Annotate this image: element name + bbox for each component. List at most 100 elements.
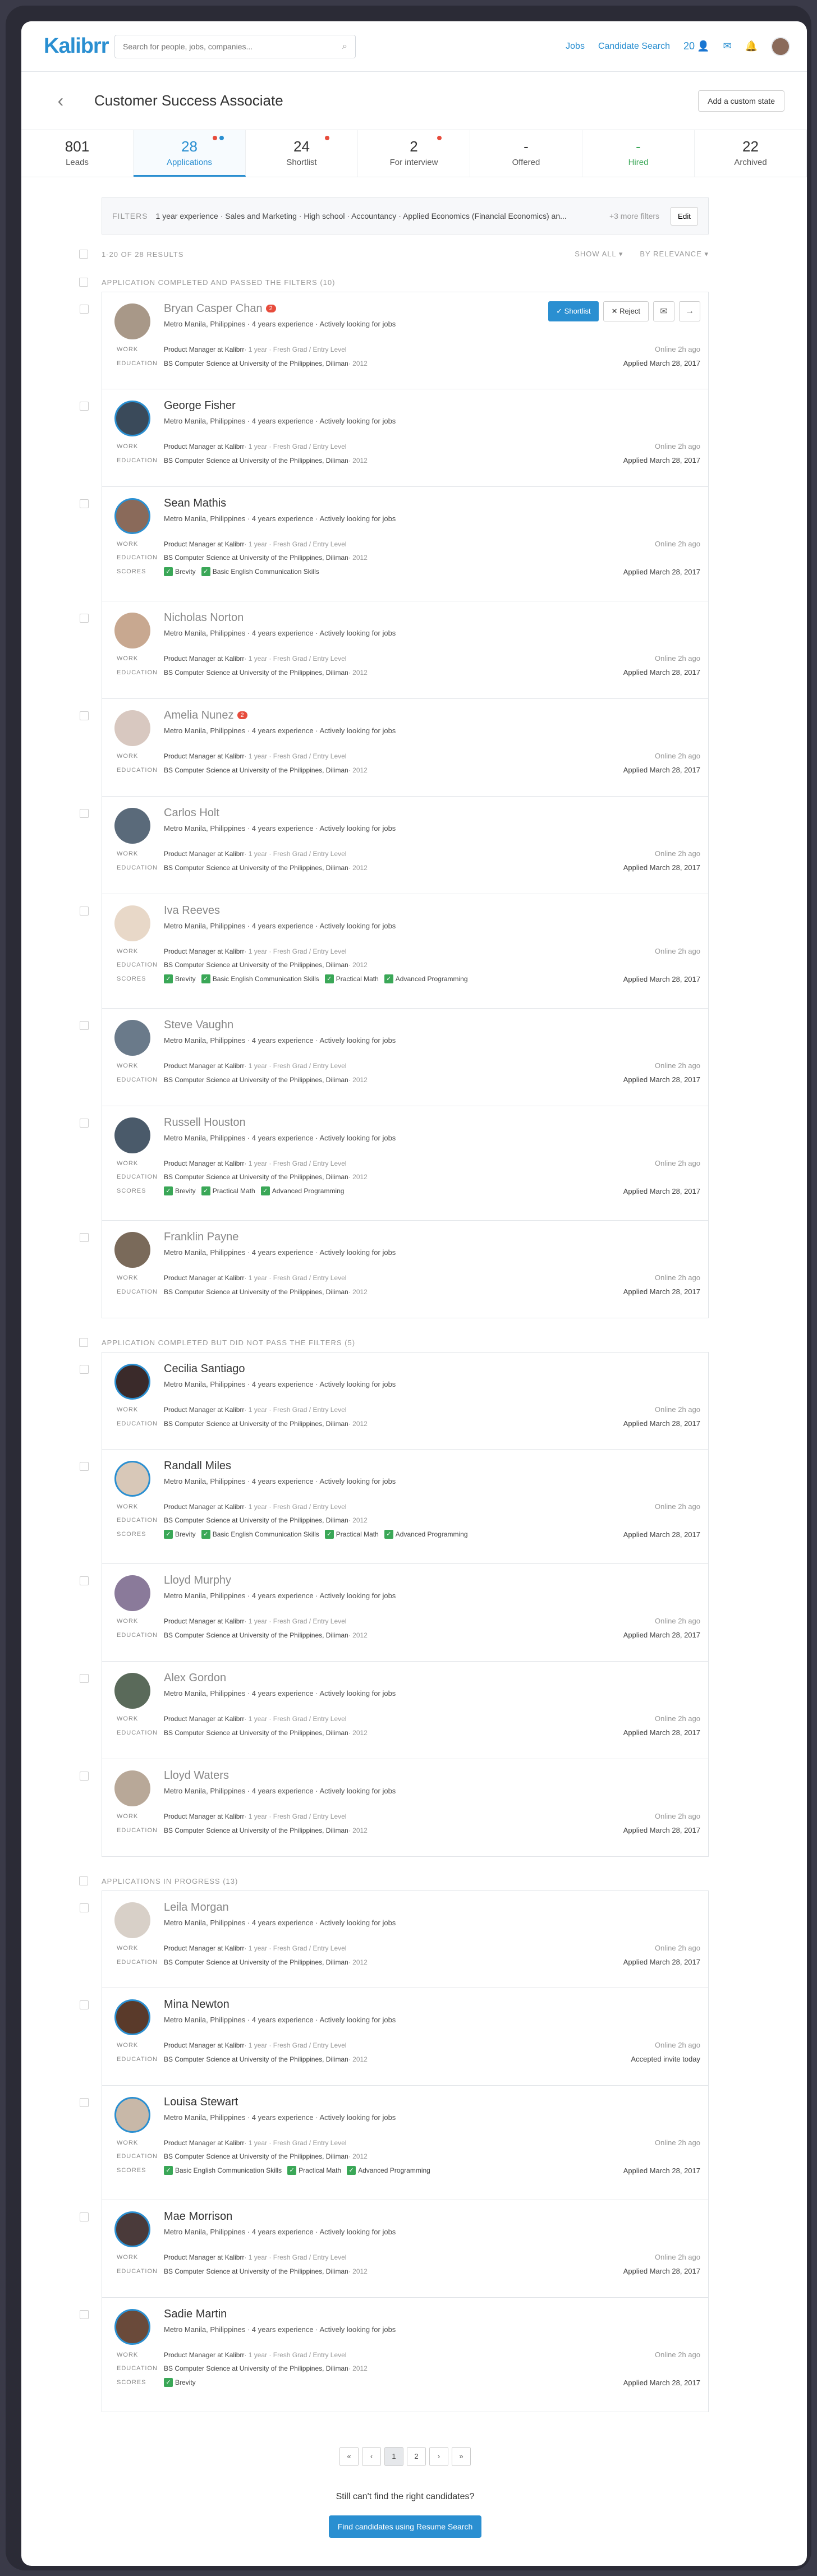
- reject-button[interactable]: ✕ Reject: [603, 301, 649, 321]
- page-button[interactable]: »: [452, 2447, 471, 2466]
- candidate-photo[interactable]: [114, 1575, 150, 1611]
- section-select-checkbox[interactable]: [79, 1876, 88, 1885]
- stage-tab-shortlist[interactable]: 24 Shortlist: [246, 130, 358, 177]
- candidate-name[interactable]: Sadie Martin: [164, 2308, 700, 2321]
- candidate-name[interactable]: Lloyd Waters: [164, 1769, 700, 1782]
- candidate-name[interactable]: Nicholas Norton: [164, 611, 700, 624]
- candidate-photo[interactable]: [114, 1673, 150, 1709]
- back-arrow-icon[interactable]: ‹: [44, 90, 77, 111]
- candidate-checkbox[interactable]: [80, 1233, 89, 1242]
- candidate-card[interactable]: Russell Houston Metro Manila, Philippines…: [80, 1106, 709, 1221]
- section-select-checkbox[interactable]: [79, 1338, 88, 1347]
- candidate-card[interactable]: Amelia Nunez 2 Metro Manila, Philippines ·…: [80, 699, 709, 797]
- candidate-photo[interactable]: [114, 1117, 150, 1153]
- page-button[interactable]: ›: [429, 2447, 448, 2466]
- candidate-photo[interactable]: [114, 303, 150, 339]
- candidate-name[interactable]: Lloyd Murphy: [164, 1574, 700, 1587]
- candidate-card[interactable]: Lloyd Waters Metro Manila, Philippines · …: [80, 1759, 709, 1857]
- candidate-photo[interactable]: [114, 1461, 150, 1497]
- candidate-photo[interactable]: [114, 2211, 150, 2247]
- candidate-photo[interactable]: [114, 2097, 150, 2133]
- page-button[interactable]: ‹: [362, 2447, 381, 2466]
- candidate-checkbox[interactable]: [80, 1119, 89, 1128]
- search-box[interactable]: ⌕: [114, 34, 356, 58]
- candidate-name[interactable]: George Fisher: [164, 399, 700, 412]
- stage-tab-hired[interactable]: - Hired: [582, 130, 695, 177]
- candidate-card[interactable]: Louisa Stewart Metro Manila, Philippines …: [80, 2086, 709, 2200]
- candidate-card[interactable]: Steve Vaughn Metro Manila, Philippines · …: [80, 1009, 709, 1106]
- candidate-name[interactable]: Russell Houston: [164, 1116, 700, 1129]
- resume-search-button[interactable]: Find candidates using Resume Search: [328, 2515, 482, 2538]
- candidate-photo[interactable]: [114, 808, 150, 844]
- candidate-name[interactable]: Franklin Payne: [164, 1231, 700, 1244]
- kalibrr-logo[interactable]: Kalibrr: [44, 34, 114, 58]
- candidate-name[interactable]: Louisa Stewart: [164, 2096, 700, 2109]
- page-button[interactable]: 2: [407, 2447, 426, 2466]
- search-input[interactable]: [123, 42, 325, 51]
- candidate-photo[interactable]: [114, 613, 150, 648]
- candidate-checkbox[interactable]: [80, 614, 89, 623]
- candidate-photo[interactable]: [114, 1770, 150, 1806]
- people-count[interactable]: 20 👤: [683, 40, 709, 52]
- select-all-checkbox[interactable]: [79, 250, 88, 259]
- candidate-card[interactable]: Sadie Martin Metro Manila, Philippines · …: [80, 2298, 709, 2412]
- message-icon[interactable]: ✉: [653, 301, 674, 321]
- edit-filters-button[interactable]: Edit: [671, 206, 698, 226]
- candidate-card[interactable]: Nicholas Norton Metro Manila, Philippines…: [80, 601, 709, 699]
- candidate-checkbox[interactable]: [80, 2212, 89, 2221]
- candidate-checkbox[interactable]: [80, 2098, 89, 2107]
- candidate-checkbox[interactable]: [80, 2000, 89, 2009]
- section-select-checkbox[interactable]: [79, 278, 88, 287]
- candidate-checkbox[interactable]: [80, 1674, 89, 1683]
- candidate-card[interactable]: Mina Newton Metro Manila, Philippines · 4…: [80, 1988, 709, 2086]
- stage-tab-for-interview[interactable]: 2 For interview: [358, 130, 470, 177]
- stage-tab-archived[interactable]: 22 Archived: [695, 130, 807, 177]
- more-filters-link[interactable]: +3 more filters: [609, 211, 659, 220]
- candidate-card[interactable]: Leila Morgan Metro Manila, Philippines · …: [80, 1890, 709, 1988]
- page-button[interactable]: 1: [384, 2447, 403, 2466]
- candidate-checkbox[interactable]: [80, 1576, 89, 1585]
- stage-tab-leads[interactable]: 801 Leads: [21, 130, 134, 177]
- candidate-name[interactable]: Carlos Holt: [164, 807, 700, 820]
- shortlist-button[interactable]: ✓ Shortlist: [548, 301, 599, 321]
- candidate-name[interactable]: Randall Miles: [164, 1460, 700, 1473]
- candidate-card[interactable]: Alex Gordon Metro Manila, Philippines · 4…: [80, 1662, 709, 1759]
- candidate-photo[interactable]: [114, 401, 150, 436]
- search-icon[interactable]: ⌕: [342, 42, 347, 52]
- candidate-checkbox[interactable]: [80, 907, 89, 916]
- candidate-name[interactable]: Cecilia Santiago: [164, 1363, 700, 1376]
- nav-jobs-link[interactable]: Jobs: [566, 42, 585, 52]
- candidate-card[interactable]: Sean Mathis Metro Manila, Philippines · 4…: [80, 487, 709, 601]
- mail-icon[interactable]: ✉: [723, 40, 731, 52]
- candidate-checkbox[interactable]: [80, 499, 89, 508]
- candidate-name[interactable]: Mina Newton: [164, 1998, 700, 2011]
- candidate-checkbox[interactable]: [80, 1365, 89, 1374]
- bell-icon[interactable]: 🔔: [745, 40, 758, 52]
- candidate-checkbox[interactable]: [80, 1462, 89, 1471]
- candidate-card[interactable]: Cecilia Santiago Metro Manila, Philippine…: [80, 1352, 709, 1450]
- candidate-checkbox[interactable]: [80, 1021, 89, 1030]
- candidate-card[interactable]: Franklin Payne Metro Manila, Philippines …: [80, 1221, 709, 1318]
- candidate-card[interactable]: Randall Miles Metro Manila, Philippines ·…: [80, 1450, 709, 1564]
- user-avatar[interactable]: [771, 36, 790, 56]
- show-all-dropdown[interactable]: SHOW ALL ▾: [575, 250, 623, 259]
- candidate-checkbox[interactable]: [80, 809, 89, 818]
- candidate-photo[interactable]: [114, 2309, 150, 2345]
- candidate-card[interactable]: Mae Morrison Metro Manila, Philippines · …: [80, 2200, 709, 2298]
- candidate-photo[interactable]: [114, 1232, 150, 1268]
- candidate-card[interactable]: Bryan Casper Chan 2 Metro Manila, Philippi…: [80, 292, 709, 389]
- candidate-card[interactable]: Lloyd Murphy Metro Manila, Philippines · …: [80, 1564, 709, 1662]
- candidate-card[interactable]: Iva Reeves Metro Manila, Philippines · 4 …: [80, 894, 709, 1009]
- candidate-photo[interactable]: [114, 1902, 150, 1938]
- candidate-photo[interactable]: [114, 1020, 150, 1056]
- forward-arrow-icon[interactable]: →: [679, 301, 700, 321]
- sort-dropdown[interactable]: BY RELEVANCE ▾: [640, 250, 709, 259]
- stage-tab-offered[interactable]: - Offered: [470, 130, 582, 177]
- candidate-photo[interactable]: [114, 498, 150, 534]
- page-button[interactable]: «: [339, 2447, 359, 2466]
- candidate-checkbox[interactable]: [80, 2310, 89, 2319]
- candidate-card[interactable]: Carlos Holt Metro Manila, Philippines · 4…: [80, 797, 709, 894]
- candidate-name[interactable]: Steve Vaughn: [164, 1019, 700, 1032]
- stage-tab-applications[interactable]: 28 Applications: [134, 130, 246, 177]
- candidate-photo[interactable]: [114, 710, 150, 746]
